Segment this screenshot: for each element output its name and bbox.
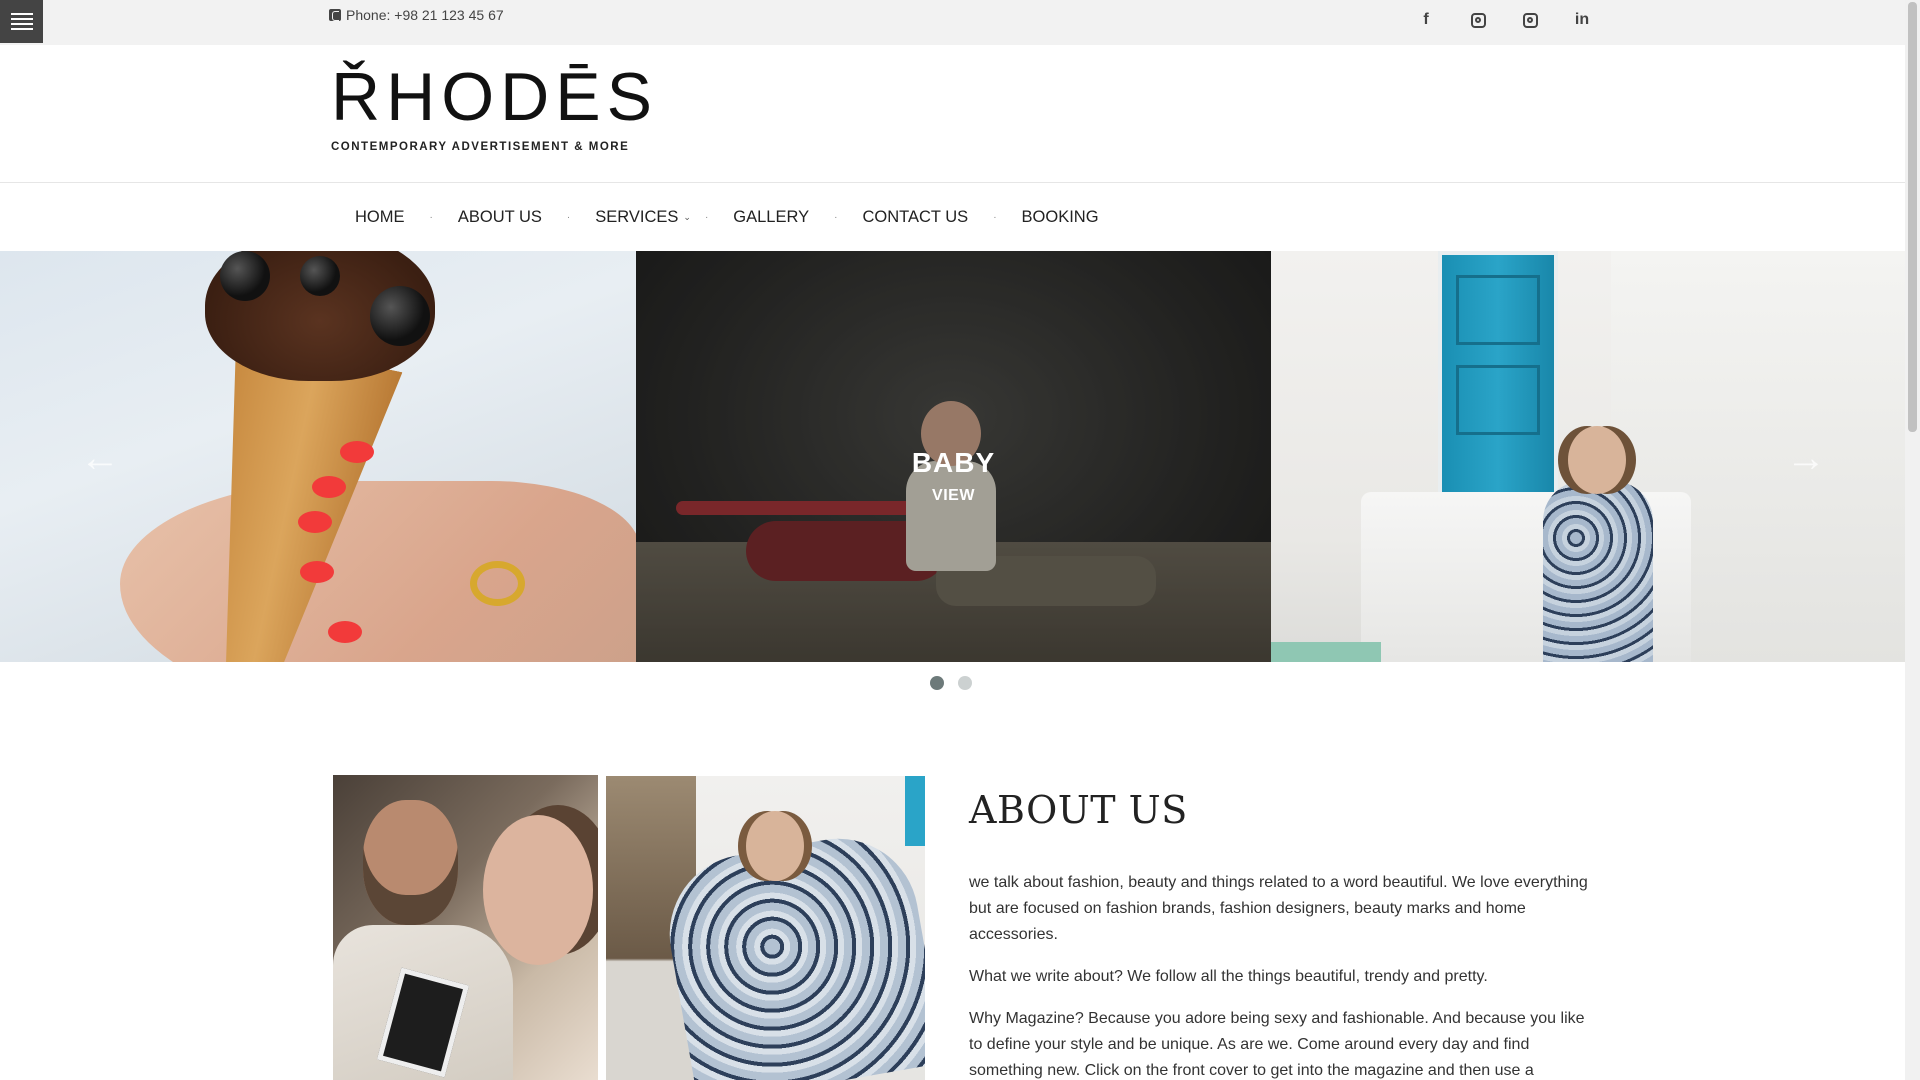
- nav-item-contact-us[interactable]: CONTACT US ·: [837, 208, 996, 227]
- social-links: f in: [1400, 8, 1608, 32]
- about-image-couple: [333, 775, 598, 1080]
- nav-item-about-us[interactable]: ABOUT US ·: [433, 208, 570, 227]
- instagram-icon[interactable]: [1504, 8, 1556, 32]
- phone-contact: Phone: +98 21 123 45 67: [329, 7, 504, 23]
- hamburger-menu-icon[interactable]: [0, 0, 43, 43]
- nav-item-gallery[interactable]: GALLERY ·: [708, 208, 837, 227]
- about-section: ABOUT US we talk about fashion, beauty a…: [969, 788, 1589, 1080]
- about-paragraph: we talk about fashion, beauty and things…: [969, 874, 1588, 943]
- carousel-pagination: [930, 676, 972, 690]
- nav-item-services[interactable]: SERVICES ⌄ ·: [570, 208, 708, 227]
- instagram-icon[interactable]: [1452, 8, 1504, 32]
- about-paragraph: What we write about? We follow all the t…: [969, 968, 1488, 985]
- logo-wordmark: ŘHODĒS: [331, 59, 658, 135]
- nav-item-booking[interactable]: BOOKING: [997, 208, 1124, 227]
- image-carousel: BABY VIEW ← →: [0, 251, 1905, 662]
- slide-title: BABY: [911, 447, 996, 478]
- carousel-slide-baby[interactable]: BABY VIEW: [636, 251, 1271, 662]
- site-logo[interactable]: ŘHODĒS CONTEMPORARY ADVERTISEMENT & MORE: [331, 63, 658, 153]
- about-title: ABOUT US: [969, 788, 1188, 832]
- phone-text: Phone: +98 21 123 45 67: [346, 7, 504, 23]
- about-image-fashion: [606, 776, 925, 1080]
- phone-icon: [329, 9, 341, 21]
- about-paragraph: Why Magazine? Because you adore being se…: [969, 1010, 1585, 1079]
- carousel-prev-arrow-icon[interactable]: ←: [80, 438, 120, 478]
- logo-tagline: CONTEMPORARY ADVERTISEMENT & MORE: [331, 141, 630, 153]
- chevron-down-icon: ⌄: [683, 211, 691, 222]
- slide-caption: BABY VIEW: [636, 447, 1271, 505]
- carousel-next-arrow-icon[interactable]: →: [1786, 438, 1826, 478]
- scrollbar-thumb[interactable]: [1908, 2, 1917, 432]
- slide-view-link[interactable]: VIEW: [636, 487, 1271, 505]
- nav-item-home[interactable]: HOME ·: [330, 208, 433, 227]
- facebook-icon[interactable]: f: [1400, 8, 1452, 32]
- linkedin-icon[interactable]: in: [1556, 8, 1608, 32]
- carousel-dot-2[interactable]: [958, 676, 972, 690]
- top-bar: Phone: +98 21 123 45 67 f in: [0, 0, 1905, 45]
- site-header: ŘHODĒS CONTEMPORARY ADVERTISEMENT & MORE: [0, 45, 1905, 183]
- carousel-dot-1[interactable]: [930, 676, 944, 690]
- main-nav: HOME · ABOUT US · SERVICES ⌄ · GALLERY · CONT…: [0, 183, 1905, 251]
